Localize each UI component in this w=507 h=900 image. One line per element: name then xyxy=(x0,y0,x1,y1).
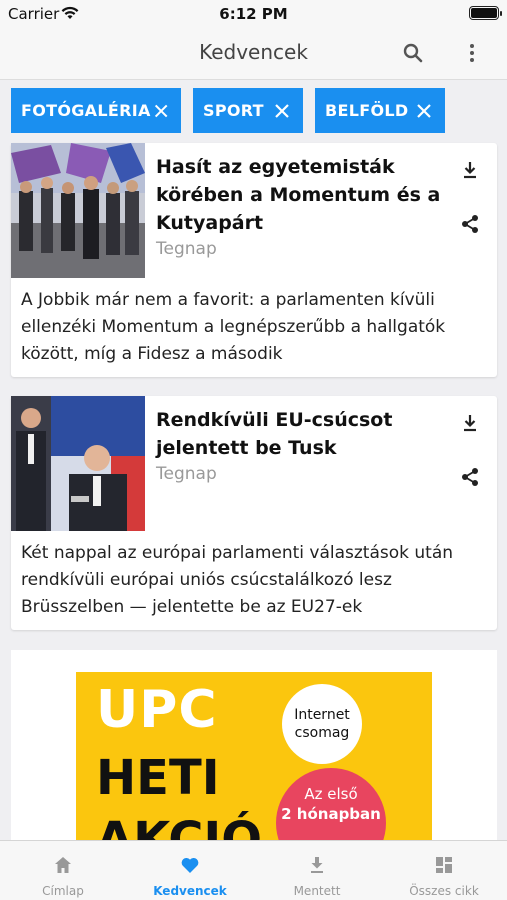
tab-label: Összes cikk xyxy=(409,884,479,898)
tab-cimlap[interactable]: Címlap xyxy=(0,841,126,900)
filter-chip-belfold[interactable]: BELFÖLD xyxy=(315,88,445,133)
close-icon[interactable] xyxy=(151,100,171,122)
article-thumbnail xyxy=(11,143,145,278)
share-icon[interactable] xyxy=(459,466,481,488)
share-icon[interactable] xyxy=(459,213,481,235)
article-lead: A Jobbik már nem a favorit: a parlamente… xyxy=(21,290,446,364)
ad-banner[interactable]: UPC HETI AKCIÓ Internet csomag Az első 2… xyxy=(76,672,432,850)
tab-mentett[interactable]: Mentett xyxy=(254,841,380,900)
article-card[interactable]: Hasít az egyetemisták körében a Momentum… xyxy=(11,143,497,377)
ad-bubble-text: Internet xyxy=(294,707,350,723)
download-icon xyxy=(311,857,323,873)
ad-bubble-text: 2 hónapban xyxy=(281,805,381,823)
page-title: Kedvencek xyxy=(199,40,308,64)
filter-chip-fotogaleria[interactable]: FOTÓGALÉRIA xyxy=(11,88,181,133)
download-icon[interactable] xyxy=(459,159,481,181)
filter-chip-sport[interactable]: SPORT xyxy=(193,88,303,133)
close-icon[interactable] xyxy=(271,100,293,122)
close-icon[interactable] xyxy=(413,100,435,122)
article-headline[interactable]: Rendkívüli EU-csúcsot jelentett be Tusk xyxy=(156,406,446,462)
ad-card[interactable]: UPC HETI AKCIÓ Internet csomag Az első 2… xyxy=(11,650,497,850)
filter-chip-label: SPORT xyxy=(203,101,264,120)
ad-headline-line1: HETI xyxy=(96,750,220,806)
tab-bar: Címlap Kedvencek Mentett Összes cikk xyxy=(0,840,507,900)
filter-chips: FOTÓGALÉRIA SPORT BELFÖLD xyxy=(0,88,507,134)
home-icon xyxy=(55,857,71,873)
ad-bubble-offer: Az első 2 hónapban xyxy=(276,768,386,850)
filter-chip-label: FOTÓGALÉRIA xyxy=(21,101,151,120)
more-vertical-icon[interactable] xyxy=(462,40,482,66)
article-lead: Két nappal az európai parlamenti választ… xyxy=(21,543,454,617)
ad-bubble-text: Az első xyxy=(304,785,358,803)
tab-label: Kedvencek xyxy=(153,884,227,898)
article-date: Tegnap xyxy=(156,239,217,259)
article-headline[interactable]: Hasít az egyetemisták körében a Momentum… xyxy=(156,153,446,237)
tab-osszes-cikk[interactable]: Összes cikk xyxy=(381,841,507,900)
search-icon[interactable] xyxy=(400,40,426,66)
clock: 6:12 PM xyxy=(219,5,288,23)
ad-bubble-text: csomag xyxy=(294,725,350,741)
download-icon[interactable] xyxy=(459,412,481,434)
tab-kedvencek[interactable]: Kedvencek xyxy=(127,841,253,900)
status-bar: Carrier 6:12 PM xyxy=(0,0,507,28)
article-date: Tegnap xyxy=(156,464,217,484)
tab-label: Címlap xyxy=(42,884,84,898)
battery-icon xyxy=(469,6,502,20)
heart-icon xyxy=(181,857,199,873)
ad-brand: UPC xyxy=(96,680,218,740)
filter-chip-label: BELFÖLD xyxy=(325,101,409,120)
article-card[interactable]: Rendkívüli EU-csúcsot jelentett be Tusk … xyxy=(11,396,497,630)
article-thumbnail xyxy=(11,396,145,531)
tab-label: Mentett xyxy=(293,884,341,898)
nav-bar: Kedvencek xyxy=(0,28,507,80)
grid-icon xyxy=(436,857,452,873)
ad-bubble-internet: Internet csomag xyxy=(282,684,362,764)
